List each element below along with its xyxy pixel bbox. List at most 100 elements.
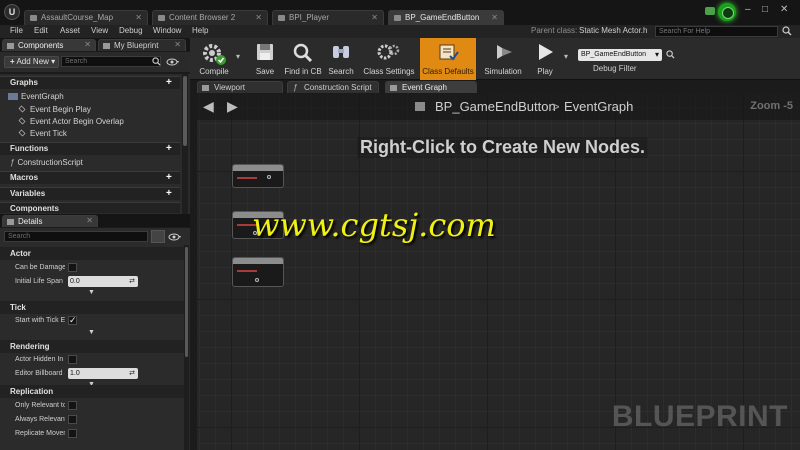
- function-icon: ƒ: [10, 158, 15, 167]
- tab-components[interactable]: Components ✕: [2, 39, 96, 51]
- details-search-input[interactable]: Search: [4, 231, 148, 242]
- maximize-button[interactable]: □: [762, 5, 768, 15]
- close-icon[interactable]: ✕: [491, 11, 498, 25]
- doc-tab-content-browser[interactable]: Content Browser 2 ✕: [152, 10, 268, 25]
- compile-options-dropdown[interactable]: ▾: [236, 52, 240, 61]
- add-macro-button[interactable]: +: [166, 173, 176, 183]
- compile-gear-icon: [203, 44, 226, 65]
- simulation-button[interactable]: Simulation: [478, 38, 528, 80]
- details-scrollbar[interactable]: [184, 245, 189, 450]
- eye-icon[interactable]: [166, 58, 180, 66]
- menu-file[interactable]: File: [10, 26, 23, 35]
- tree-item-event-begin-play[interactable]: Event Begin Play: [18, 104, 91, 115]
- exec-pin[interactable]: [237, 270, 257, 272]
- menu-window[interactable]: Window: [153, 26, 181, 35]
- initial-life-span-field[interactable]: 0.0: [68, 276, 138, 287]
- always-relevant-checkbox[interactable]: [68, 415, 77, 424]
- doc-tab-bp-game-end-button[interactable]: BP_GameEndButton ✕: [388, 10, 504, 25]
- graphs-header[interactable]: Graphs +: [0, 76, 180, 89]
- search-button[interactable]: Search: [324, 38, 358, 80]
- actor-hidden-checkbox[interactable]: [68, 355, 77, 364]
- add-new-button[interactable]: + Add New ▾: [4, 56, 59, 68]
- event-node-tick[interactable]: [232, 257, 284, 287]
- editor-tabs: Viewport ƒ Construction Script Event Gra…: [195, 81, 800, 93]
- delta-seconds-pin[interactable]: [255, 278, 259, 282]
- add-variable-button[interactable]: +: [166, 189, 176, 199]
- notification-icon[interactable]: [718, 3, 736, 21]
- find-in-cb-button[interactable]: Find in CB: [282, 38, 324, 80]
- play-options-dropdown[interactable]: ▾: [564, 52, 568, 61]
- tree-item-event-tick[interactable]: Event Tick: [18, 128, 67, 139]
- search-icon[interactable]: [782, 26, 792, 36]
- class-defaults-button[interactable]: Class Defaults: [420, 38, 476, 80]
- close-icon[interactable]: ✕: [86, 215, 93, 226]
- scroll-thumb[interactable]: [183, 76, 187, 146]
- back-arrow-icon[interactable]: ◀: [203, 99, 214, 113]
- minimize-button[interactable]: –: [745, 5, 751, 15]
- section-tick[interactable]: Tick: [0, 301, 184, 314]
- my-blueprint-scrollbar[interactable]: [182, 74, 188, 214]
- close-icon[interactable]: ✕: [255, 11, 262, 25]
- scroll-thumb[interactable]: [185, 247, 188, 357]
- tree-item-event-graph[interactable]: EventGraph: [8, 91, 64, 102]
- save-button[interactable]: Save: [248, 38, 282, 80]
- section-replication[interactable]: Replication: [0, 385, 184, 398]
- replicate-movement-checkbox[interactable]: [68, 429, 77, 438]
- class-settings-button[interactable]: Class Settings: [360, 38, 418, 80]
- blueprint-icon: [103, 43, 110, 49]
- add-function-button[interactable]: +: [166, 144, 176, 154]
- tree-item-construction-script[interactable]: ƒ ConstructionScript: [10, 157, 83, 168]
- compile-button[interactable]: Compile: [192, 38, 236, 80]
- close-icon[interactable]: ✕: [174, 39, 181, 50]
- close-icon[interactable]: ✕: [135, 11, 142, 25]
- tab-event-graph[interactable]: Event Graph: [385, 81, 477, 93]
- only-relevant-checkbox[interactable]: [68, 401, 77, 410]
- advanced-expand-icon[interactable]: ▼: [88, 329, 95, 336]
- create-nodes-hint: Right-Click to Create New Nodes.: [357, 137, 649, 158]
- output-pin[interactable]: [267, 175, 271, 179]
- components-header[interactable]: Components: [0, 202, 180, 213]
- components-search-input[interactable]: Search: [61, 56, 161, 67]
- section-actor[interactable]: Actor: [0, 247, 184, 260]
- editor-billboard-field[interactable]: 1.0: [68, 368, 138, 379]
- tab-construction-script[interactable]: ƒ Construction Script: [287, 81, 379, 93]
- binoculars-icon: [333, 46, 349, 58]
- menu-asset[interactable]: Asset: [60, 26, 80, 35]
- close-icon[interactable]: ✕: [371, 11, 378, 25]
- property-matrix-icon[interactable]: [151, 230, 165, 243]
- start-with-tick-checkbox[interactable]: [68, 315, 77, 326]
- eye-icon[interactable]: [168, 233, 182, 241]
- section-rendering[interactable]: Rendering: [0, 340, 184, 353]
- close-window-button[interactable]: ✕: [780, 5, 788, 15]
- doc-tab-assault-course-map[interactable]: AssaultCourse_Map ✕: [24, 10, 148, 25]
- menu-help[interactable]: Help: [192, 26, 208, 35]
- add-graph-button[interactable]: +: [166, 78, 176, 88]
- event-node-begin-play[interactable]: [232, 164, 284, 188]
- chat-icon[interactable]: [705, 7, 715, 15]
- event-graph-canvas[interactable]: ◀ ▶ BP_GameEndButton > EventGraph Zoom -…: [197, 94, 800, 450]
- parent-class-link[interactable]: Static Mesh Actor.h: [579, 26, 647, 35]
- tree-item-event-actor-begin-overlap[interactable]: Event Actor Begin Overlap: [18, 116, 124, 127]
- menu-debug[interactable]: Debug: [119, 26, 143, 35]
- debug-object-select[interactable]: BP_GameEndButton: [578, 49, 662, 61]
- help-search-input[interactable]: Search For Help: [655, 26, 778, 37]
- close-icon[interactable]: ✕: [84, 39, 91, 50]
- play-button[interactable]: Play: [530, 38, 560, 80]
- class-defaults-icon: [439, 44, 459, 61]
- macros-header[interactable]: Macros +: [0, 171, 180, 184]
- advanced-expand-icon[interactable]: ▼: [88, 289, 95, 296]
- search-icon: [152, 57, 161, 66]
- breadcrumb-blueprint: BP_GameEndButton: [435, 99, 556, 114]
- tab-my-blueprint[interactable]: My Blueprint ✕: [98, 39, 186, 51]
- variables-header[interactable]: Variables +: [0, 187, 180, 200]
- menu-view[interactable]: View: [91, 26, 108, 35]
- can-be-damaged-checkbox[interactable]: [68, 263, 77, 272]
- exec-pin[interactable]: [237, 177, 257, 179]
- forward-arrow-icon[interactable]: ▶: [227, 99, 238, 113]
- tab-viewport[interactable]: Viewport: [197, 81, 283, 93]
- functions-header[interactable]: Functions +: [0, 142, 180, 155]
- menu-edit[interactable]: Edit: [34, 26, 48, 35]
- doc-tab-bpi-player[interactable]: BPI_Player ✕: [272, 10, 384, 25]
- tab-details[interactable]: Details ✕: [2, 215, 98, 227]
- debug-search-icon[interactable]: [666, 50, 675, 59]
